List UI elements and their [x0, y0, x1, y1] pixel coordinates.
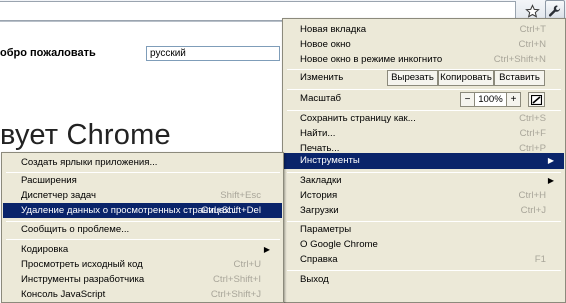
menu-item-label: Сохранить страницу как...	[300, 113, 416, 124]
copy-button[interactable]: Копировать	[438, 70, 494, 86]
wrench-menu: Новая вкладка Ctrl+T Новое окно Ctrl+N Н…	[282, 18, 566, 303]
menu-item-label: Инструменты	[300, 155, 360, 166]
fullscreen-icon	[531, 94, 542, 105]
menu-item-label: Параметры	[300, 224, 352, 235]
submenu-item-clear-data[interactable]: Удаление данных о просмотренных страница…	[3, 203, 282, 218]
submenu-item-label: Расширения	[21, 175, 77, 186]
submenu-item-label: Инструменты разработчика	[21, 274, 145, 285]
wrench-icon	[548, 4, 561, 17]
page-headline: вует Chrome	[0, 119, 171, 151]
zoom-row-label: Масштаб	[300, 93, 342, 104]
submenu-item-encoding[interactable]: Кодировка ▶	[3, 242, 282, 257]
submenu-arrow-icon: ▶	[547, 156, 554, 165]
menu-item-help[interactable]: Справка F1	[284, 252, 564, 268]
menu-item-settings[interactable]: Параметры	[284, 222, 564, 238]
submenu-item-task-manager[interactable]: Диспетчер задач Shift+Esc	[3, 188, 282, 203]
paste-button[interactable]: Вставить	[494, 70, 545, 86]
menu-item-new-tab[interactable]: Новая вкладка Ctrl+T	[284, 22, 564, 38]
edit-row-label: Изменить	[300, 72, 344, 83]
submenu-item-label: Создать ярлыки приложения...	[21, 157, 158, 168]
menu-item-label: Найти...	[300, 128, 336, 139]
menu-item-label: Закладки	[300, 175, 342, 186]
submenu-item-view-source[interactable]: Просмотреть исходный код Ctrl+U	[3, 257, 282, 272]
menu-item-find[interactable]: Найти... Ctrl+F	[284, 126, 564, 142]
zoom-level: 100%	[475, 92, 506, 107]
shortcut-label: Ctrl+S	[519, 113, 546, 124]
submenu-item-create-shortcuts[interactable]: Создать ярлыки приложения...	[3, 155, 282, 170]
menu-separator	[287, 270, 561, 271]
menu-item-about[interactable]: О Google Chrome	[284, 237, 564, 253]
menu-item-label: Загрузки	[300, 205, 339, 216]
shortcut-label: Ctrl+U	[233, 259, 261, 270]
star-icon	[524, 3, 540, 18]
menu-item-incognito[interactable]: Новое окно в режиме инкогнито Ctrl+Shift…	[284, 52, 564, 68]
welcome-label: обро пожаловать	[0, 47, 96, 59]
submenu-item-js-console[interactable]: Консоль JavaScript Ctrl+Shift+J	[3, 287, 282, 302]
zoom-in-button[interactable]: +	[506, 92, 521, 107]
submenu-item-label: Диспетчер задач	[21, 190, 97, 201]
submenu-item-label: Кодировка	[21, 244, 69, 255]
fullscreen-button[interactable]	[528, 92, 545, 107]
menu-item-save-page[interactable]: Сохранить страницу как... Ctrl+S	[284, 111, 564, 127]
shortcut-label: Ctrl+Shift+I	[213, 274, 261, 285]
shortcut-label: Ctrl+H	[518, 190, 546, 201]
cut-button[interactable]: Вырезать	[387, 70, 438, 86]
submenu-arrow-icon: ▶	[547, 176, 554, 185]
shortcut-label: Shift+Esc	[220, 190, 261, 201]
menu-item-tools[interactable]: Инструменты ▶	[284, 153, 564, 169]
submenu-item-report-issue[interactable]: Сообщить о проблеме...	[3, 222, 282, 237]
menu-separator	[6, 239, 280, 240]
shortcut-label: Ctrl+Shift+Del	[201, 205, 261, 216]
menu-item-history[interactable]: История Ctrl+H	[284, 188, 564, 204]
menu-item-label: Выход	[300, 274, 329, 285]
menu-item-label: Справка	[300, 254, 338, 265]
tools-submenu: Создать ярлыки приложения... Расширения …	[1, 152, 284, 303]
menu-item-new-window[interactable]: Новое окно Ctrl+N	[284, 37, 564, 53]
menu-item-label: История	[300, 190, 338, 201]
shortcut-label: Ctrl+J	[520, 205, 546, 216]
menu-item-label: Новое окно	[300, 39, 351, 50]
menu-item-bookmarks[interactable]: Закладки ▶	[284, 173, 564, 189]
menu-item-exit[interactable]: Выход	[284, 272, 564, 288]
submenu-item-label: Консоль JavaScript	[21, 289, 106, 300]
shortcut-label: Ctrl+T	[519, 24, 546, 35]
menu-item-label: О Google Chrome	[300, 239, 378, 250]
menu-item-downloads[interactable]: Загрузки Ctrl+J	[284, 203, 564, 219]
menu-item-label: Новая вкладка	[300, 24, 367, 35]
shortcut-label: Ctrl+F	[519, 128, 546, 139]
submenu-item-label: Просмотреть исходный код	[21, 259, 143, 270]
shortcut-label: Ctrl+N	[518, 39, 546, 50]
shortcut-label: F1	[534, 254, 546, 265]
menu-separator	[287, 89, 561, 90]
menu-item-label: Новое окно в режиме инкогнито	[300, 54, 443, 65]
submenu-item-dev-tools[interactable]: Инструменты разработчика Ctrl+Shift+I	[3, 272, 282, 287]
shortcut-label: Ctrl+Shift+N	[493, 54, 546, 65]
submenu-arrow-icon: ▶	[263, 245, 270, 254]
submenu-item-label: Сообщить о проблеме...	[21, 224, 130, 235]
submenu-item-extensions[interactable]: Расширения	[3, 173, 282, 188]
zoom-out-button[interactable]: −	[460, 92, 475, 107]
language-select[interactable]: русский	[146, 46, 280, 61]
shortcut-label: Ctrl+Shift+J	[210, 289, 261, 300]
